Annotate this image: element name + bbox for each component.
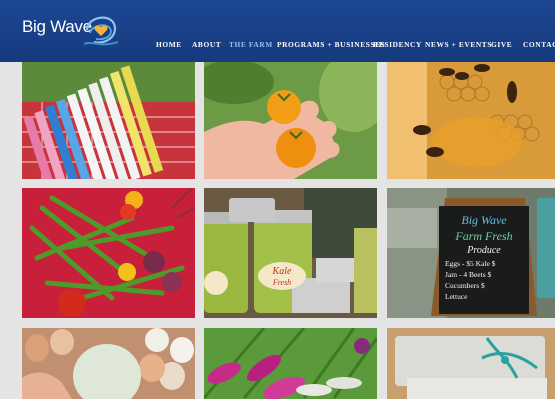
photo-radishes-onions[interactable]	[204, 328, 377, 399]
chalkboard-line-7: Lettuce	[445, 292, 468, 301]
nav-home[interactable]: Home	[156, 40, 182, 49]
photo-garden-markers[interactable]	[22, 62, 195, 179]
photo-yellow-tomatoes[interactable]	[204, 62, 377, 179]
chalkboard-line-6: Cucumbers $	[445, 281, 485, 290]
photo-egg-cartons[interactable]	[387, 328, 555, 399]
photo-farm-stand-chalkboard[interactable]: Big Wave Farm Fresh Produce Eggs - $5 Ka…	[387, 188, 555, 318]
photo-kale-pesto-jars[interactable]: Kale Fresh	[204, 188, 377, 318]
chalkboard-line-1: Big Wave	[461, 213, 507, 227]
nav-give[interactable]: Give	[491, 40, 512, 49]
photo-honeycomb-bees[interactable]	[387, 62, 555, 179]
jar-label-kale: Kale	[272, 266, 292, 277]
chalkboard-line-2: Farm Fresh	[454, 229, 512, 243]
jar-label-fresh: Fresh	[272, 278, 291, 287]
photo-grid: Kale Fresh Big Wave Farm Fresh Produce E…	[0, 62, 555, 399]
nav-news-events[interactable]: News + Events	[425, 40, 492, 49]
chalkboard-line-4: Eggs - $5 Kale $	[445, 259, 496, 268]
chalkboard-line-5: Jam - 4 Beets $	[445, 270, 491, 279]
main-nav: Home About The Farm Programs + Businesse…	[0, 40, 555, 54]
nav-residency[interactable]: Residency	[373, 40, 422, 49]
photo-eggs[interactable]	[22, 328, 195, 399]
logo-text: Big Wave	[22, 17, 92, 36]
nav-programs-businesses[interactable]: Programs + Businesses	[277, 40, 385, 49]
site-header: Big Wave Home About The Farm Programs + …	[0, 0, 555, 62]
chalkboard-line-3: Produce	[466, 245, 501, 256]
nav-the-farm[interactable]: The Farm	[229, 40, 273, 49]
nav-about[interactable]: About	[192, 40, 221, 49]
nav-contact[interactable]: Contact	[523, 40, 555, 49]
photo-vegetable-basket[interactable]	[22, 188, 195, 318]
